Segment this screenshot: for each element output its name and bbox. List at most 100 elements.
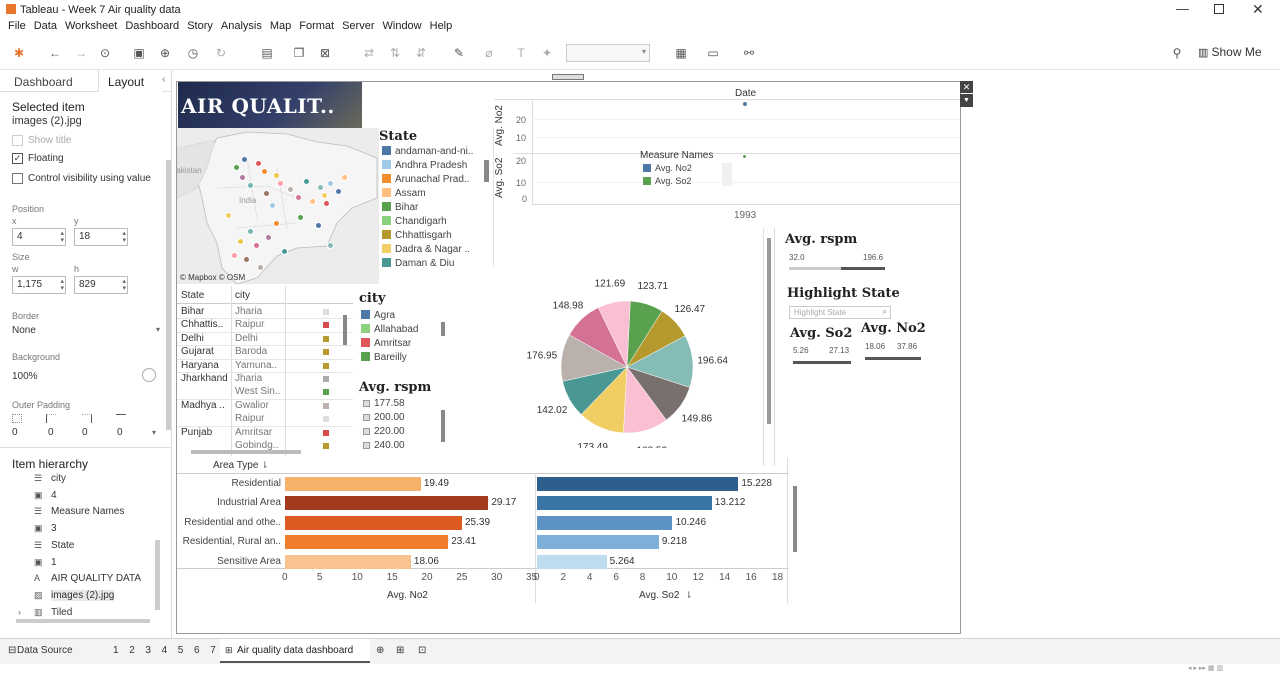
map-marker[interactable]	[281, 248, 288, 255]
map-marker[interactable]	[309, 198, 316, 205]
india-map[interactable]: Pakistan India © Mapbox © OSM	[177, 128, 379, 284]
duplicate-sheet-icon[interactable]: ❐	[292, 46, 306, 60]
state-legend-item[interactable]: Andhra Pradesh	[382, 160, 467, 171]
no2-slider[interactable]	[865, 357, 921, 360]
so2-bar[interactable]	[537, 535, 659, 550]
sheet-tab-1[interactable]: 1	[113, 645, 119, 656]
map-marker[interactable]	[265, 234, 272, 241]
table-hscrollbar[interactable]	[191, 450, 301, 454]
menu-window[interactable]: Window	[383, 20, 422, 32]
pin-marks-icon[interactable]: ⚲	[1170, 46, 1184, 60]
pie-chart[interactable]: 123.71 126.47 196.64 149.86 168.52 173.49 142.…	[517, 278, 777, 448]
pause-updates-icon[interactable]: ◷	[186, 46, 200, 60]
rspm-legend-item[interactable]: 200.00	[363, 412, 405, 423]
group-icon[interactable]: ⌀	[482, 46, 496, 60]
map-marker[interactable]	[277, 180, 284, 187]
h-field[interactable]: 829 ▴ ▾	[74, 276, 128, 294]
map-marker[interactable]	[287, 186, 294, 193]
table-row[interactable]: Punjab Amritsar	[177, 425, 353, 440]
no2-bar[interactable]	[285, 515, 462, 530]
sheet-tab-2[interactable]: 2	[129, 645, 135, 656]
menu-worksheet[interactable]: Worksheet	[65, 20, 117, 32]
sheet-tab-4[interactable]: 4	[162, 645, 168, 656]
map-marker[interactable]	[231, 252, 238, 259]
data-source-tab[interactable]: Data Source	[17, 645, 73, 656]
state-legend-item[interactable]: Daman & Diu	[382, 258, 454, 269]
hierarchy-item[interactable]: AIR QUALITY DATA	[51, 573, 141, 584]
map-marker[interactable]	[225, 212, 232, 219]
presentation-icon[interactable]: ▭	[706, 46, 720, 60]
legend-scroll[interactable]	[722, 163, 732, 186]
spinner-icon[interactable]: ▴ ▾	[60, 278, 64, 292]
map-marker[interactable]	[295, 194, 302, 201]
floating-checkbox[interactable]: ✓	[12, 153, 23, 164]
state-legend-item[interactable]: andaman-and-ni..	[382, 146, 473, 157]
active-dashboard-tab[interactable]: ⊞ Air quality data dashboard	[220, 639, 370, 663]
city-legend-item[interactable]: Amritsar	[361, 338, 411, 349]
new-dashboard-icon[interactable]: ⊞	[396, 645, 404, 656]
new-datasource-icon[interactable]: ⊕	[158, 46, 172, 60]
map-marker[interactable]	[263, 190, 270, 197]
run-update-icon[interactable]: ↻	[214, 46, 228, 60]
rspm-legend-scrollbar[interactable]	[441, 410, 445, 442]
no2-point[interactable]	[743, 102, 747, 106]
sort-icon[interactable]: ⇂	[685, 590, 693, 601]
map-marker[interactable]	[297, 214, 304, 221]
table-row[interactable]: Bihar Jharia	[177, 306, 353, 319]
show-cards-icon[interactable]: ▦	[674, 46, 688, 60]
map-marker[interactable]	[327, 242, 334, 249]
rspm-legend-item[interactable]: 240.00	[363, 440, 405, 451]
so2-slider[interactable]	[793, 361, 851, 364]
rspm-slider[interactable]	[789, 267, 885, 270]
table-row[interactable]: Chhattis.. Raipur	[177, 318, 353, 332]
highlight-state-input[interactable]: Highlight State ⌕	[789, 306, 891, 319]
new-story-icon[interactable]: ⊡	[418, 645, 426, 656]
new-sheet-icon[interactable]: ▤	[260, 46, 274, 60]
so2-bar[interactable]	[537, 554, 607, 569]
map-marker[interactable]	[273, 172, 280, 179]
map-marker[interactable]	[327, 180, 334, 187]
hierarchy-item[interactable]: city	[51, 473, 66, 484]
nav-arrows-icon[interactable]: ◂ ▸ ▸▸ ▦ ▥	[1188, 664, 1223, 672]
no2-bar[interactable]	[285, 477, 421, 491]
horizontal-scrollbar[interactable]	[16, 619, 150, 623]
expand-icon[interactable]: ›	[18, 607, 21, 617]
hierarchy-item[interactable]: State	[51, 540, 74, 551]
map-marker[interactable]	[243, 256, 250, 263]
hierarchy-scrollbar[interactable]	[155, 540, 160, 610]
no2-bar[interactable]	[285, 554, 411, 569]
spinner-icon[interactable]: ▴ ▾	[122, 230, 126, 244]
map-marker[interactable]	[321, 192, 328, 199]
forward-icon[interactable]: →	[74, 46, 88, 60]
menu-data[interactable]: Data	[34, 20, 57, 32]
map-marker[interactable]	[303, 178, 310, 185]
table-row[interactable]: Delhi Delhi	[177, 331, 353, 346]
state-legend-item[interactable]: Arunachal Prad..	[382, 174, 470, 185]
menu-map[interactable]: Map	[270, 20, 291, 32]
menu-analysis[interactable]: Analysis	[221, 20, 262, 32]
bar-scrollbar[interactable]	[793, 486, 797, 552]
so2-bar[interactable]	[537, 515, 673, 530]
hierarchy-item[interactable]: images (2).jpg	[51, 589, 115, 601]
tab-dashboard[interactable]: Dashboard	[14, 75, 73, 89]
menu-help[interactable]: Help	[430, 20, 453, 32]
back-icon[interactable]: ←	[48, 46, 62, 60]
map-marker[interactable]	[269, 202, 276, 209]
table-row[interactable]: Raipur	[177, 413, 353, 426]
city-legend-item[interactable]: Bareilly	[361, 352, 407, 363]
header-image[interactable]: AIR QUALIT..	[178, 82, 362, 128]
table-row[interactable]: Madhya .. Gwalior	[177, 398, 353, 413]
spinner-icon[interactable]: ▴ ▾	[122, 278, 126, 292]
map-marker[interactable]	[247, 228, 254, 235]
hierarchy-item[interactable]: Tiled	[51, 607, 72, 618]
labels-icon[interactable]: T	[514, 46, 528, 60]
rspm-legend-item[interactable]: 220.00	[363, 426, 405, 437]
sort-asc-icon[interactable]: ⇅	[388, 46, 402, 60]
map-marker[interactable]	[233, 164, 240, 171]
map-marker[interactable]	[335, 188, 342, 195]
map-marker[interactable]	[257, 264, 264, 271]
hierarchy-item[interactable]: Measure Names	[51, 506, 124, 517]
map-marker[interactable]	[253, 242, 260, 249]
background-picker[interactable]: 100%	[12, 368, 160, 384]
so2-bar[interactable]	[537, 477, 739, 491]
